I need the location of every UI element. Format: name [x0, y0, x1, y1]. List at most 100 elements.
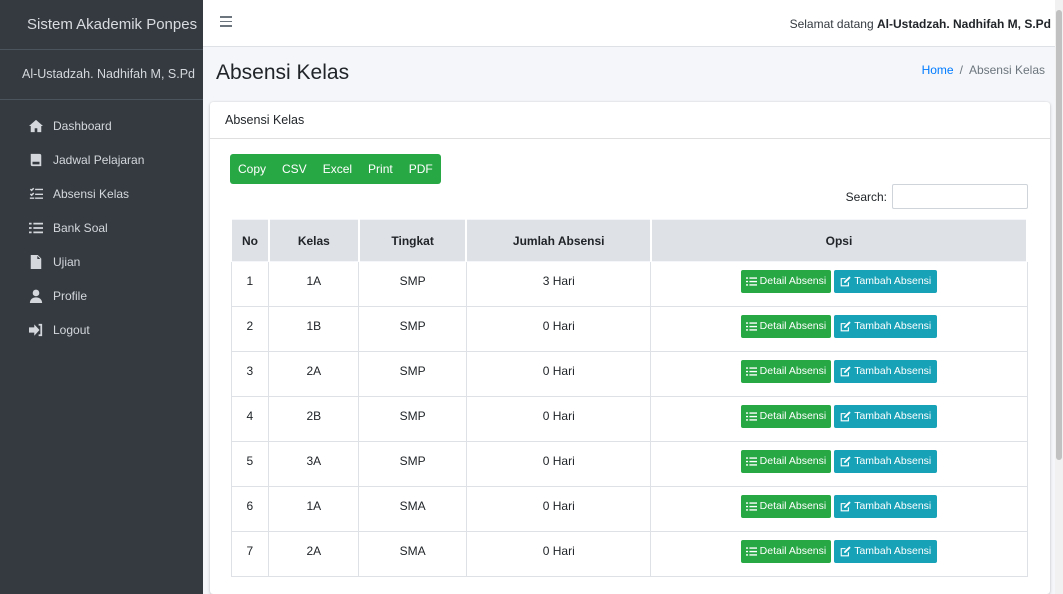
sidebar-item-dashboard[interactable]: Dashboard	[0, 109, 203, 143]
sidebar: Sistem Akademik Ponpes Al-Ustadzah. Nadh…	[0, 0, 203, 594]
column-header-jumlah-absensi[interactable]: Jumlah Absensi	[465, 219, 652, 262]
column-header-no[interactable]: No	[230, 219, 270, 262]
cell-no: 1	[230, 261, 270, 307]
cell-jumlah-absensi: 3 Hari	[465, 261, 652, 307]
tambah-absensi-button[interactable]: Tambah Absensi	[834, 539, 938, 563]
detail-absensi-label: Detail Absensi	[759, 365, 827, 377]
detail-absensi-label: Detail Absensi	[759, 275, 827, 287]
cell-no: 2	[230, 306, 270, 352]
cell-opsi: Detail Absensi Tambah Absensi	[650, 486, 1028, 532]
list-icon	[745, 366, 757, 376]
user-panel-name[interactable]: Al-Ustadzah. Nadhifah M, S.Pd	[0, 50, 203, 100]
tambah-absensi-label: Tambah Absensi	[854, 275, 932, 287]
cell-opsi: Detail Absensi Tambah Absensi	[650, 261, 1028, 307]
detail-absensi-button[interactable]: Detail Absensi	[740, 449, 832, 473]
detail-absensi-button[interactable]: Detail Absensi	[740, 539, 832, 563]
tambah-absensi-button[interactable]: Tambah Absensi	[834, 314, 938, 338]
tambah-absensi-button[interactable]: Tambah Absensi	[834, 269, 938, 293]
detail-absensi-button[interactable]: Detail Absensi	[740, 494, 832, 518]
tambah-absensi-button[interactable]: Tambah Absensi	[834, 404, 938, 428]
sidebar-item-bank-soal[interactable]: Bank Soal	[0, 211, 203, 245]
checklist-icon	[28, 186, 44, 202]
breadcrumb: Home / Absensi Kelas	[922, 63, 1045, 77]
cell-kelas: 3A	[268, 441, 360, 487]
table-row: 3 2A SMP 0 Hari Detail Absensi Tambah Ab…	[230, 351, 1028, 397]
menu-toggle-icon[interactable]	[220, 16, 232, 28]
detail-absensi-button[interactable]: Detail Absensi	[740, 314, 832, 338]
csv-button[interactable]: CSV	[274, 154, 315, 184]
sidebar-item-label: Absensi Kelas	[53, 187, 130, 201]
user-icon	[28, 288, 44, 304]
detail-absensi-label: Detail Absensi	[759, 410, 827, 422]
search-label: Search:	[845, 189, 887, 204]
sidebar-item-profile[interactable]: Profile	[0, 279, 203, 313]
copy-button[interactable]: Copy	[230, 154, 274, 184]
edit-icon	[840, 365, 851, 376]
pdf-button[interactable]: PDF	[401, 154, 441, 184]
cell-jumlah-absensi: 0 Hari	[465, 531, 652, 577]
column-header-tingkat[interactable]: Tingkat	[357, 219, 468, 262]
detail-absensi-button[interactable]: Detail Absensi	[740, 359, 832, 383]
sidebar-item-ujian[interactable]: Ujian	[0, 245, 203, 279]
sidebar-item-label: Ujian	[53, 255, 81, 269]
sidebar-item-logout[interactable]: Logout	[0, 313, 203, 347]
cell-no: 4	[230, 396, 270, 442]
cell-opsi: Detail Absensi Tambah Absensi	[650, 351, 1028, 397]
breadcrumb-home-link[interactable]: Home	[922, 63, 954, 77]
brand-link[interactable]: Sistem Akademik Ponpes	[0, 0, 203, 50]
top-navbar: Selamat datang Al-Ustadzah. Nadhifah M, …	[203, 0, 1063, 47]
breadcrumb-separator: /	[959, 63, 963, 77]
absensi-table: No Kelas Tingkat Jumlah Absensi Opsi 1 1…	[230, 219, 1029, 577]
edit-icon	[840, 410, 851, 421]
tambah-absensi-button[interactable]: Tambah Absensi	[834, 449, 938, 473]
cell-opsi: Detail Absensi Tambah Absensi	[650, 531, 1028, 577]
search-input[interactable]	[892, 184, 1028, 209]
cell-opsi: Detail Absensi Tambah Absensi	[650, 306, 1028, 352]
tambah-absensi-button[interactable]: Tambah Absensi	[834, 359, 938, 383]
list-icon	[745, 321, 757, 331]
cell-jumlah-absensi: 0 Hari	[465, 486, 652, 532]
table-row: 6 1A SMA 0 Hari Detail Absensi Tambah Ab…	[230, 486, 1028, 532]
column-header-kelas[interactable]: Kelas	[267, 219, 360, 262]
cell-tingkat: SMP	[358, 261, 467, 307]
sidebar-item-jadwal-pelajaran[interactable]: Jadwal Pelajaran	[0, 143, 203, 177]
tambah-absensi-label: Tambah Absensi	[854, 545, 932, 557]
detail-absensi-label: Detail Absensi	[759, 500, 827, 512]
cell-kelas: 2A	[268, 351, 360, 397]
cell-kelas: 1A	[268, 261, 360, 307]
table-row: 1 1A SMP 3 Hari Detail Absensi Tambah Ab…	[230, 261, 1028, 307]
tambah-absensi-label: Tambah Absensi	[854, 500, 932, 512]
column-header-opsi[interactable]: Opsi	[649, 219, 1029, 262]
cell-jumlah-absensi: 0 Hari	[465, 351, 652, 397]
cell-opsi: Detail Absensi Tambah Absensi	[650, 396, 1028, 442]
cell-kelas: 1B	[268, 306, 360, 352]
cell-jumlah-absensi: 0 Hari	[465, 396, 652, 442]
list-icon	[28, 220, 44, 236]
cell-opsi: Detail Absensi Tambah Absensi	[650, 441, 1028, 487]
detail-absensi-button[interactable]: Detail Absensi	[740, 269, 832, 293]
card-title: Absensi Kelas	[210, 102, 1050, 139]
page-scrollbar[interactable]	[1055, 0, 1063, 594]
tambah-absensi-label: Tambah Absensi	[854, 320, 932, 332]
edit-icon	[840, 455, 851, 466]
tambah-absensi-button[interactable]: Tambah Absensi	[834, 494, 938, 518]
sidebar-item-label: Bank Soal	[53, 221, 108, 235]
cell-tingkat: SMP	[358, 396, 467, 442]
page-title: Absensi Kelas	[216, 61, 350, 84]
table-row: 4 2B SMP 0 Hari Detail Absensi Tambah Ab…	[230, 396, 1028, 442]
detail-absensi-label: Detail Absensi	[759, 320, 827, 332]
scrollbar-thumb[interactable]	[1056, 10, 1062, 460]
sidebar-item-absensi-kelas[interactable]: Absensi Kelas	[0, 177, 203, 211]
cell-no: 5	[230, 441, 270, 487]
sidebar-item-label: Logout	[53, 323, 90, 337]
detail-absensi-button[interactable]: Detail Absensi	[740, 404, 832, 428]
edit-icon	[840, 545, 851, 556]
cell-jumlah-absensi: 0 Hari	[465, 441, 652, 487]
print-button[interactable]: Print	[360, 154, 401, 184]
excel-button[interactable]: Excel	[315, 154, 360, 184]
cell-no: 3	[230, 351, 270, 397]
sign-out-icon	[28, 322, 44, 338]
book-icon	[28, 152, 44, 168]
tambah-absensi-label: Tambah Absensi	[854, 365, 932, 377]
list-icon	[745, 546, 757, 556]
